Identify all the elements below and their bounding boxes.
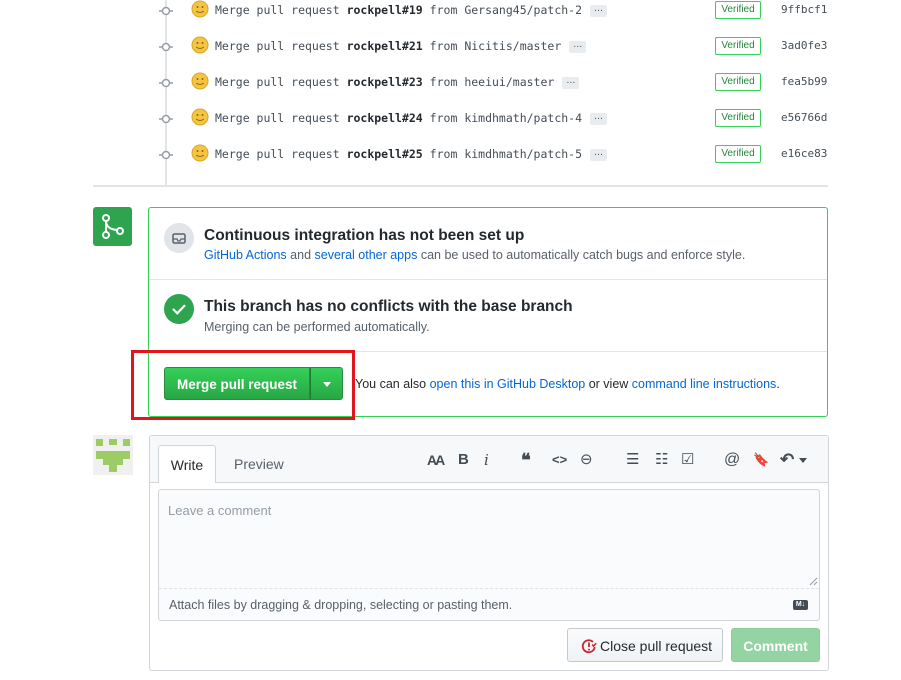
commit-row: Merge pull request rockpell#25 from kimd… <box>0 144 901 182</box>
comment-textarea[interactable]: Leave a comment Attach files by dragging… <box>158 489 820 621</box>
mention-icon[interactable]: @ <box>724 452 740 468</box>
italic-icon[interactable]: i <box>484 452 489 468</box>
commit-sha-link[interactable]: fea5b99 <box>781 74 827 90</box>
link-icon[interactable]: ⊖ <box>580 452 593 468</box>
commit-node-icon <box>159 150 173 160</box>
commit-row: Merge pull request rockpell#23 from heei… <box>0 72 901 110</box>
comment-placeholder: Leave a comment <box>168 503 272 518</box>
verified-badge[interactable]: Verified <box>715 73 761 91</box>
github-actions-link[interactable]: GitHub Actions <box>204 248 287 262</box>
commit-row: Merge pull request rockpell#24 from kimd… <box>0 108 901 146</box>
issue-closed-icon <box>581 639 597 654</box>
bold-icon[interactable]: B <box>458 452 469 468</box>
close-pull-request-label: Close pull request <box>600 638 713 654</box>
no-conflicts-title: This branch has no conflicts with the ba… <box>204 298 573 315</box>
close-pull-request-button[interactable]: Close pull request <box>567 628 723 662</box>
avatar-emoji-icon <box>191 36 209 54</box>
commit-message[interactable]: Merge pull request rockpell#23 from heei… <box>215 74 580 90</box>
commit-sha-link[interactable]: e16ce83 <box>781 146 827 162</box>
expand-ellipsis-button[interactable]: … <box>590 148 608 161</box>
commit-node-icon <box>159 42 173 52</box>
git-merge-icon <box>102 214 124 239</box>
commit-sha-link[interactable]: e56766d <box>781 110 827 126</box>
commit-sha-link[interactable]: 3ad0fe3 <box>781 38 827 54</box>
task-list-icon[interactable]: ☑ <box>681 452 694 468</box>
verified-badge[interactable]: Verified <box>715 109 761 127</box>
expand-ellipsis-button[interactable]: … <box>569 40 587 53</box>
other-apps-link[interactable]: several other apps <box>315 248 418 262</box>
commit-message[interactable]: Merge pull request rockpell#19 from Gers… <box>215 2 608 18</box>
avatar-emoji-icon <box>191 144 209 162</box>
section-divider <box>149 351 827 352</box>
check-circle-icon <box>164 294 194 324</box>
markdown-icon[interactable]: M↓ <box>793 600 808 610</box>
commit-node-icon <box>159 6 173 16</box>
merge-alternatives-text: You can also open this in GitHub Desktop… <box>355 377 780 391</box>
unordered-list-icon[interactable]: ☰ <box>626 452 639 468</box>
avatar-emoji-icon <box>191 0 209 18</box>
tab-write[interactable]: Write <box>158 445 216 483</box>
merge-pull-request-button[interactable]: Merge pull request <box>164 367 310 400</box>
resize-grip-icon[interactable] <box>808 576 818 586</box>
saved-reply-icon[interactable]: ↶ <box>780 451 794 468</box>
verified-badge[interactable]: Verified <box>715 37 761 55</box>
ci-status-icon <box>164 223 194 253</box>
attach-divider <box>159 588 819 589</box>
commit-row: Merge pull request rockpell#19 from Gers… <box>0 0 901 38</box>
command-line-instructions-link[interactable]: command line instructions <box>632 377 777 391</box>
heading-icon[interactable]: AA <box>427 452 445 468</box>
no-conflicts-subtitle: Merging can be performed automatically. <box>204 320 430 334</box>
verified-badge[interactable]: Verified <box>715 145 761 163</box>
open-in-desktop-link[interactable]: open this in GitHub Desktop <box>430 377 586 391</box>
ci-description: GitHub Actions and several other apps ca… <box>204 248 746 262</box>
commit-node-icon <box>159 78 173 88</box>
commit-message[interactable]: Merge pull request rockpell#21 from Nici… <box>215 38 587 54</box>
avatar-emoji-icon <box>191 72 209 90</box>
commit-row: Merge pull request rockpell#21 from Nici… <box>0 36 901 74</box>
avatar-emoji-icon <box>191 108 209 126</box>
verified-badge[interactable]: Verified <box>715 1 761 19</box>
comment-tabbar: Write Preview AA B i ❝ <> ⊖ ☰ ☷ ☑ @ 🔖 ↶ <box>150 436 828 483</box>
comment-submit-button[interactable]: Comment <box>731 628 820 662</box>
merge-method-dropdown-button[interactable] <box>310 367 343 400</box>
section-divider <box>149 279 827 280</box>
code-icon[interactable]: <> <box>552 452 567 468</box>
new-comment-form: Write Preview AA B i ❝ <> ⊖ ☰ ☷ ☑ @ 🔖 ↶ … <box>149 435 829 671</box>
expand-ellipsis-button[interactable]: … <box>562 76 580 89</box>
expand-ellipsis-button[interactable]: … <box>590 112 608 125</box>
timeline-divider <box>93 185 828 187</box>
commit-node-icon <box>159 114 173 124</box>
commit-message[interactable]: Merge pull request rockpell#25 from kimd… <box>215 146 608 162</box>
expand-ellipsis-button[interactable]: … <box>590 4 608 17</box>
commit-sha-link[interactable]: 9ffbcf1 <box>781 2 827 18</box>
chevron-down-icon[interactable] <box>799 458 807 463</box>
quote-icon[interactable]: ❝ <box>521 451 531 469</box>
ordered-list-icon[interactable]: ☷ <box>655 452 668 468</box>
tab-preview[interactable]: Preview <box>234 456 284 472</box>
ci-title: Continuous integration has not been set … <box>204 227 525 244</box>
avatar <box>93 435 133 475</box>
branch-merge-badge <box>93 207 132 246</box>
commit-message[interactable]: Merge pull request rockpell#24 from kimd… <box>215 110 608 126</box>
bookmark-reference-icon[interactable]: 🔖 <box>753 452 769 468</box>
attach-files-hint[interactable]: Attach files by dragging & dropping, sel… <box>169 598 512 612</box>
